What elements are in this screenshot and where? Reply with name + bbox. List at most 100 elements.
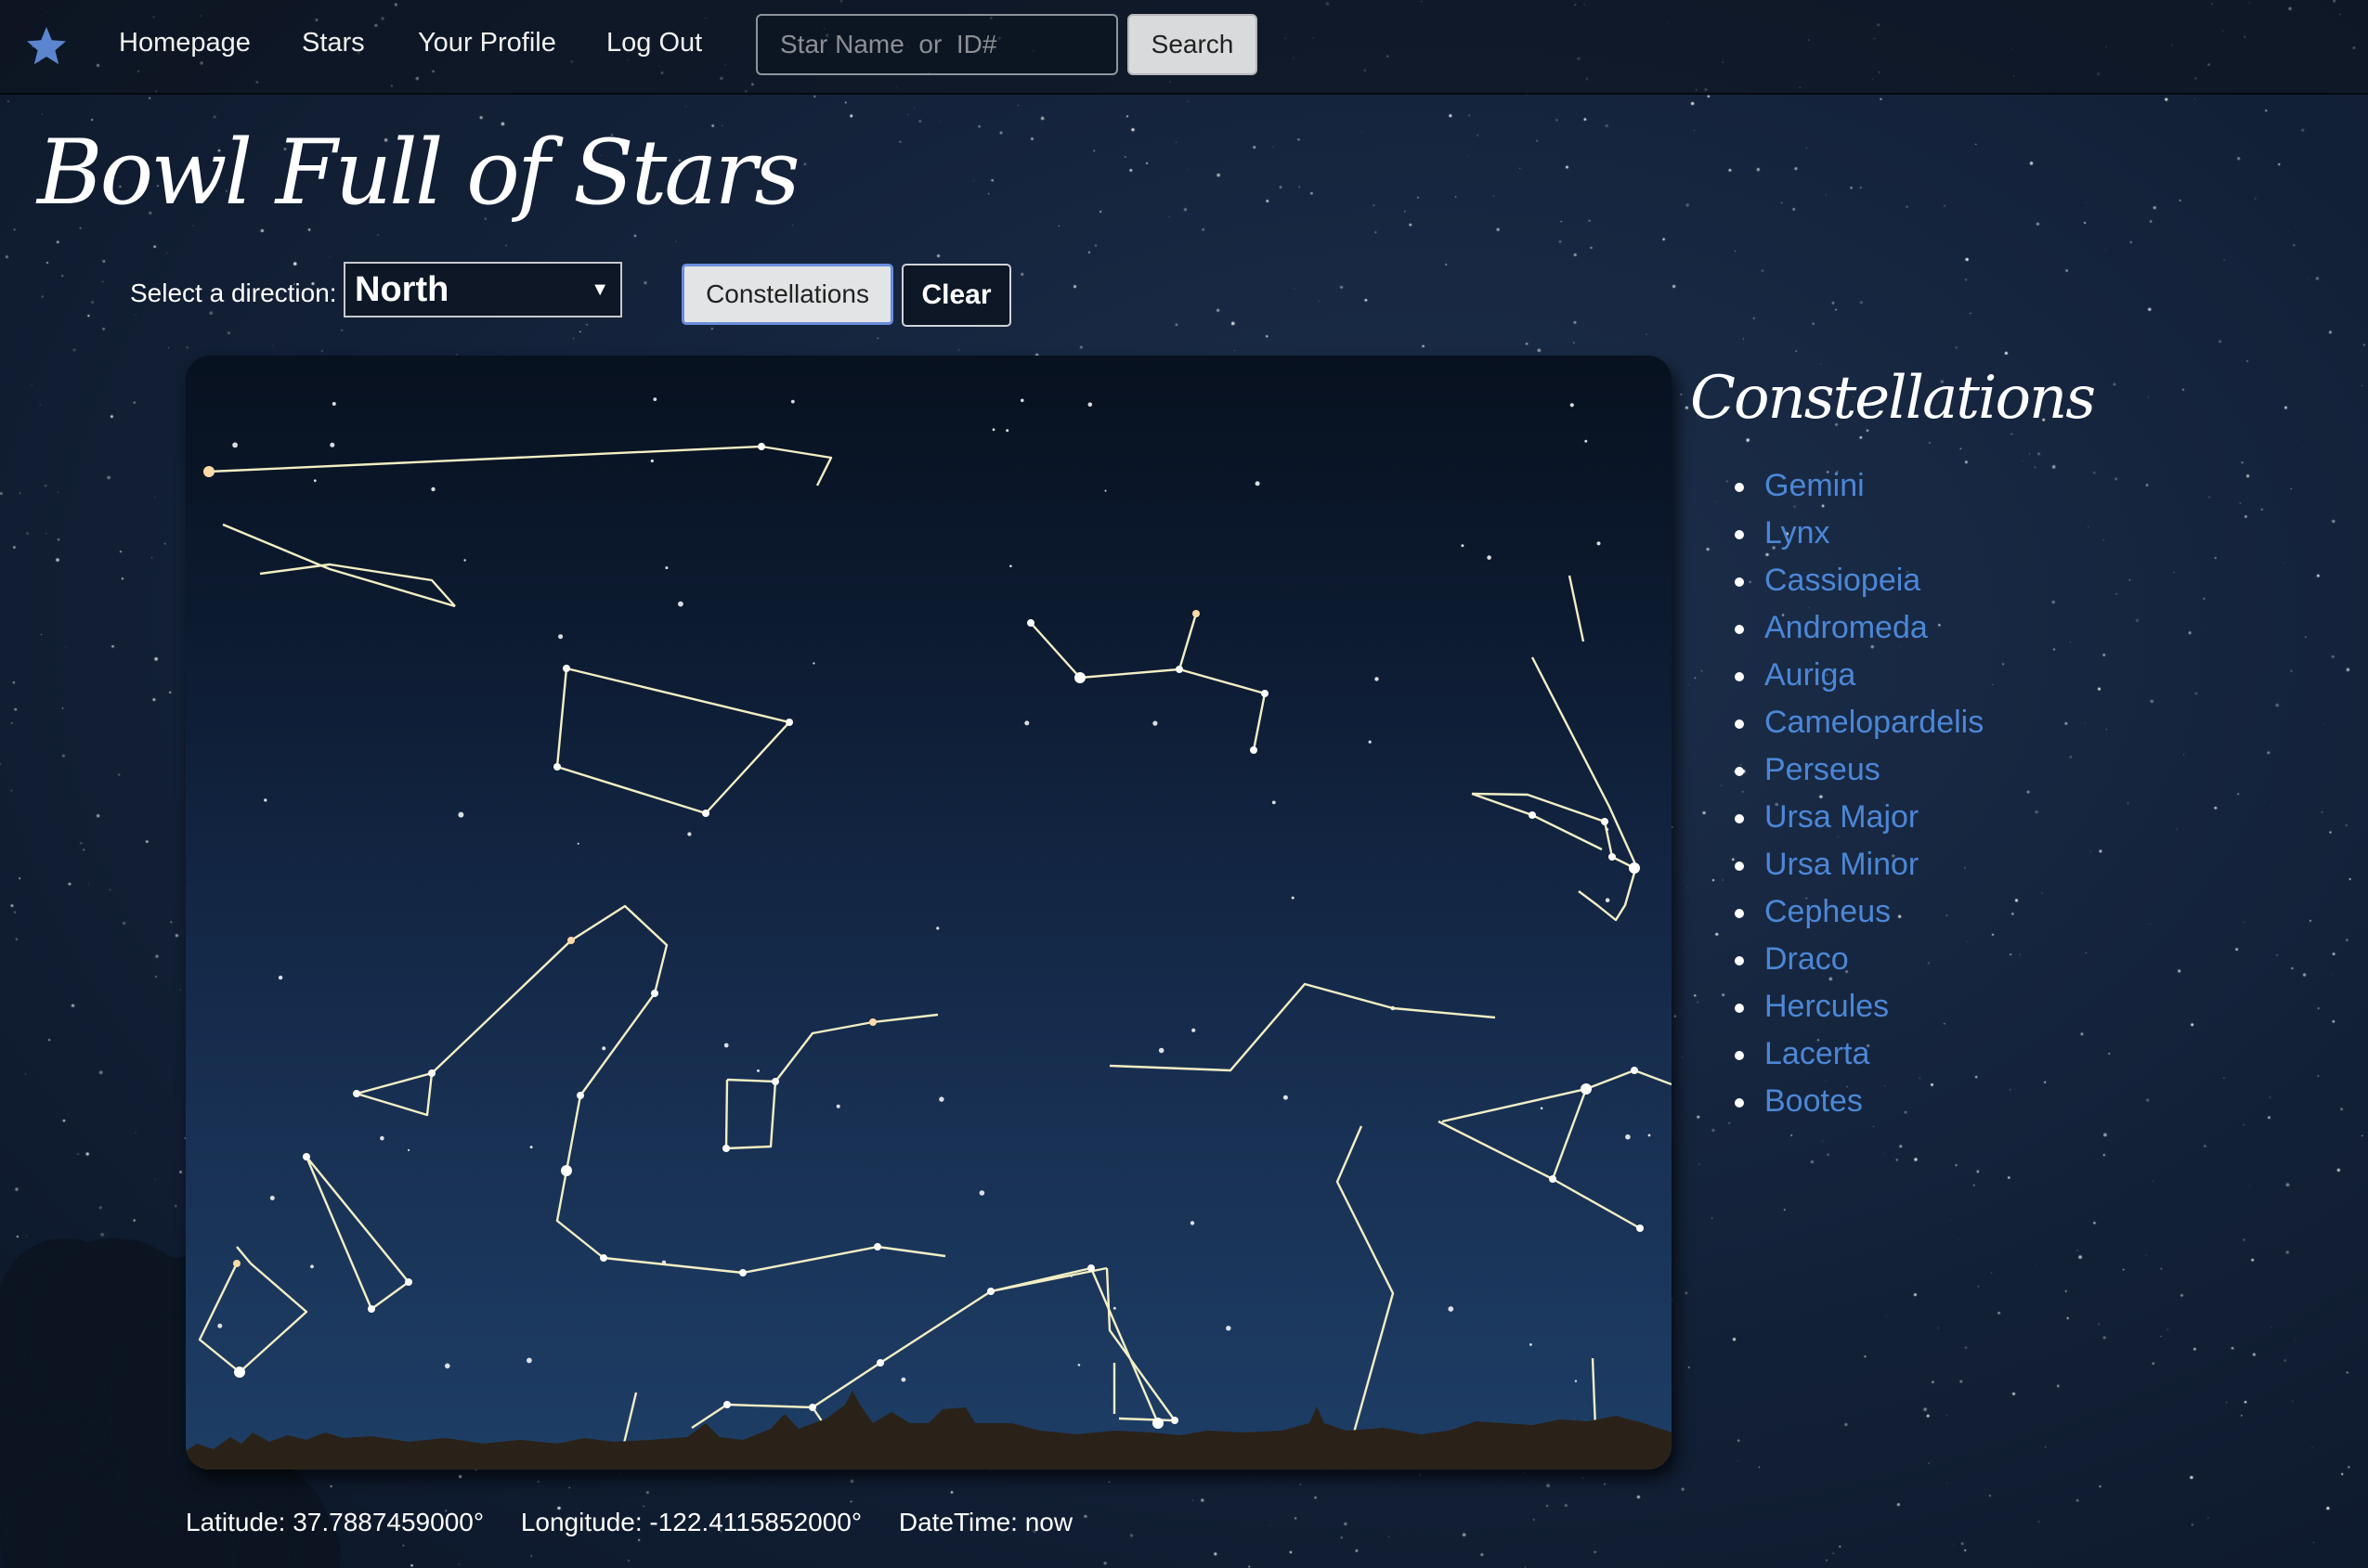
nav-log-out[interactable]: Log Out bbox=[606, 28, 702, 58]
constellation-line bbox=[1471, 792, 1603, 851]
direction-select[interactable]: North ▼ bbox=[344, 262, 622, 317]
direction-select-value: North bbox=[355, 270, 449, 309]
constellation-star bbox=[1608, 853, 1616, 861]
sky-star bbox=[1596, 541, 1601, 546]
sky-star bbox=[330, 442, 335, 447]
constellation-star bbox=[405, 1278, 412, 1286]
navbar: Homepage Stars Your Profile Log Out Sear… bbox=[0, 0, 2368, 95]
constellations-button[interactable]: Constellations bbox=[682, 264, 893, 325]
sky-star bbox=[1605, 898, 1610, 902]
constellation-star bbox=[1192, 610, 1200, 617]
sky-star bbox=[1291, 896, 1295, 900]
sky-star bbox=[653, 397, 657, 401]
sky-star bbox=[678, 601, 683, 607]
sky-star bbox=[1191, 1028, 1196, 1032]
sky-star bbox=[665, 566, 669, 570]
sky-star bbox=[1112, 1306, 1116, 1310]
sky-star bbox=[1487, 555, 1491, 560]
chevron-down-icon: ▼ bbox=[591, 279, 609, 300]
constellation-star bbox=[809, 1404, 816, 1411]
constellation-link-bootes[interactable]: Bootes bbox=[1735, 1078, 1984, 1125]
constellation-star bbox=[739, 1269, 747, 1276]
constellation-star bbox=[203, 466, 215, 477]
sky-star bbox=[527, 1357, 532, 1364]
constellation-star bbox=[368, 1305, 375, 1313]
constellation-line bbox=[259, 563, 456, 607]
constellation-star bbox=[758, 443, 765, 450]
constellation-star bbox=[1636, 1225, 1644, 1232]
constellation-star bbox=[1087, 1264, 1095, 1272]
constellation-star bbox=[234, 1367, 245, 1378]
constellation-link-gemini[interactable]: Gemini bbox=[1735, 462, 1984, 510]
sky-star bbox=[380, 1135, 384, 1141]
sky-star bbox=[979, 1190, 985, 1196]
star-icon[interactable] bbox=[24, 24, 69, 69]
constellation-link-lacerta[interactable]: Lacerta bbox=[1735, 1030, 1984, 1078]
constellation-star bbox=[1631, 1067, 1638, 1074]
constellation-link-cassiopeia[interactable]: Cassiopeia bbox=[1735, 557, 1984, 604]
sky-star bbox=[1647, 1134, 1651, 1137]
constellation-star bbox=[869, 1018, 877, 1026]
constellation-star bbox=[786, 719, 793, 726]
search-button[interactable]: Search bbox=[1127, 14, 1257, 75]
constellation-line bbox=[1105, 1267, 1176, 1421]
sky-star bbox=[813, 662, 815, 665]
sky-star bbox=[232, 442, 238, 448]
constellation-link-camelopardelis[interactable]: Camelopardelis bbox=[1735, 699, 1984, 746]
constellation-line bbox=[1030, 613, 1198, 680]
constellation-link-cepheus[interactable]: Cepheus bbox=[1735, 888, 1984, 936]
sky-star bbox=[1448, 1306, 1454, 1312]
sky-star bbox=[1368, 740, 1372, 744]
sky-star bbox=[757, 1069, 760, 1072]
constellation-star bbox=[702, 810, 709, 817]
sky-star bbox=[836, 1104, 840, 1108]
sky-star bbox=[1271, 800, 1276, 805]
constellation-star bbox=[553, 763, 561, 771]
constellation-link-lynx[interactable]: Lynx bbox=[1735, 510, 1984, 557]
constellation-stars bbox=[203, 443, 1644, 1432]
clear-button[interactable]: Clear bbox=[902, 264, 1011, 327]
sky-star bbox=[1024, 720, 1030, 726]
sky-star bbox=[1569, 403, 1574, 408]
constellation-star bbox=[1027, 619, 1034, 627]
constellation-line bbox=[1552, 1177, 1641, 1230]
constellation-star bbox=[567, 937, 575, 944]
constellation-star bbox=[651, 990, 658, 997]
sky-star bbox=[790, 399, 795, 404]
constellation-link-draco[interactable]: Draco bbox=[1735, 936, 1984, 983]
sky-star bbox=[408, 1148, 410, 1151]
constellation-star bbox=[1581, 1083, 1592, 1095]
constellation-link-ursa-minor[interactable]: Ursa Minor bbox=[1735, 841, 1984, 888]
constellation-star bbox=[1176, 666, 1183, 673]
constellation-link-hercules[interactable]: Hercules bbox=[1735, 983, 1984, 1030]
constellation-line bbox=[1585, 1069, 1672, 1091]
sky-star bbox=[264, 798, 267, 802]
constellation-star bbox=[772, 1078, 779, 1085]
constellation-link-ursa-major[interactable]: Ursa Major bbox=[1735, 794, 1984, 841]
sky-star bbox=[529, 1146, 533, 1149]
search-input[interactable] bbox=[756, 14, 1118, 75]
constellation-star bbox=[1549, 1175, 1556, 1183]
constellation-line bbox=[356, 1071, 434, 1117]
location-footer: Latitude: 37.7887459000° Longitude: -122… bbox=[186, 1508, 1102, 1537]
nav-stars[interactable]: Stars bbox=[302, 28, 365, 58]
nav-homepage[interactable]: Homepage bbox=[119, 28, 251, 58]
constellation-line bbox=[774, 1013, 939, 1082]
sky-map[interactable] bbox=[186, 356, 1672, 1470]
nav-your-profile[interactable]: Your Profile bbox=[418, 28, 556, 58]
sky-star bbox=[1087, 402, 1093, 407]
constellation-link-andromeda[interactable]: Andromeda bbox=[1735, 604, 1984, 652]
constellation-star bbox=[428, 1069, 436, 1077]
constellation-link-auriga[interactable]: Auriga bbox=[1735, 652, 1984, 699]
constellation-line bbox=[555, 992, 946, 1275]
constellation-star bbox=[1601, 818, 1608, 825]
constellation-star bbox=[577, 1092, 584, 1099]
constellation-line bbox=[555, 667, 791, 815]
sky-star bbox=[687, 832, 692, 836]
constellation-line bbox=[1530, 656, 1638, 922]
constellation-star bbox=[600, 1254, 607, 1262]
constellation-link-perseus[interactable]: Perseus bbox=[1735, 746, 1984, 794]
sky-star bbox=[1158, 1047, 1164, 1054]
constellation-lines bbox=[198, 445, 1672, 1452]
longitude-readout: Longitude: -122.4115852000° bbox=[520, 1508, 863, 1536]
